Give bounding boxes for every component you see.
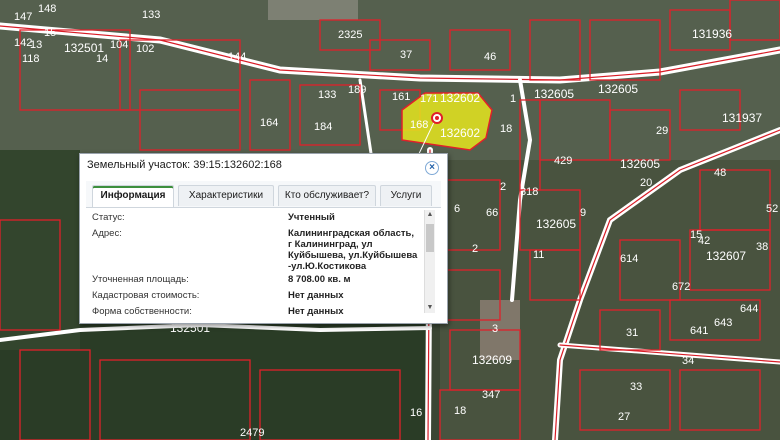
map-label: 14 — [96, 53, 108, 65]
map-label: 131937 — [722, 111, 762, 125]
map-label: 3 — [492, 323, 498, 335]
map-label: 132605 — [536, 217, 576, 231]
map-label: 132605 — [598, 82, 638, 96]
map-label: 2 — [500, 181, 506, 193]
tab-information[interactable]: Информация — [92, 185, 174, 207]
map-label: 31 — [626, 327, 638, 339]
map-label: 132602 — [440, 91, 480, 105]
info-value: 8 708.00 кв. м — [288, 274, 351, 285]
map-label: 118 — [22, 53, 40, 65]
map-label: 132607 — [706, 249, 746, 263]
info-value: Нет данных — [288, 290, 344, 301]
scroll-down-icon[interactable]: ▼ — [426, 304, 434, 312]
info-key: Статус: — [92, 212, 125, 223]
building-block-top — [268, 0, 358, 20]
map-label: 20 — [640, 177, 652, 189]
map-label: 66 — [486, 207, 498, 219]
close-icon[interactable]: × — [425, 161, 439, 175]
map-label: 2 — [472, 243, 478, 255]
map-label: 33 — [630, 381, 642, 393]
map-label: 13 — [30, 39, 42, 51]
popup-scrollbar[interactable]: ▲ ▼ — [424, 210, 435, 313]
map-label: 168 — [410, 119, 428, 131]
map-label: 132602 — [440, 126, 480, 140]
map-label: 318 — [520, 186, 538, 198]
map-label: 38 — [756, 241, 768, 253]
map-label: 16 — [410, 407, 422, 419]
map-label: 641 — [690, 325, 708, 337]
tab-services[interactable]: Услуги — [380, 185, 432, 206]
map-label: 429 — [554, 155, 572, 167]
info-key: Кадастровая стоимость: — [92, 290, 200, 301]
map-label: 42 — [698, 235, 710, 247]
popup-info-content: Статус: Учтенный Адрес: Калининградская … — [86, 208, 435, 316]
tab-who-serves[interactable]: Кто обслуживает? — [278, 185, 376, 206]
popup-title: Земельный участок: 39:15:132602:168 — [87, 159, 282, 171]
tab-characteristics[interactable]: Характеристики — [178, 185, 274, 206]
map-label: 102 — [136, 43, 154, 55]
map-label: 347 — [482, 389, 500, 401]
map-label: 2479 — [240, 427, 264, 439]
map-label: 132605 — [534, 87, 574, 101]
map-label: 34 — [682, 355, 694, 367]
map-label: 643 — [714, 317, 732, 329]
map-label: 6 — [454, 203, 460, 215]
map-label: 11 — [533, 249, 544, 261]
map-label: 133 — [142, 9, 160, 21]
map-label: 614 — [620, 253, 638, 265]
scroll-up-icon[interactable]: ▲ — [426, 211, 434, 219]
map-label: 18 — [500, 123, 512, 135]
info-key: Адрес: — [92, 228, 122, 239]
map-label: 104 — [110, 39, 128, 51]
info-value: Нет данных — [288, 306, 344, 316]
map-label: 148 — [38, 3, 56, 15]
map-label: 189 — [348, 84, 366, 96]
map-label: 48 — [714, 167, 726, 179]
map-label: 37 — [400, 49, 412, 61]
map-label: 672 — [672, 281, 690, 293]
map-label: 15 — [44, 27, 56, 39]
info-value: Учтенный — [288, 212, 335, 223]
map-label: 644 — [740, 303, 758, 315]
map-label: 161 — [392, 91, 410, 103]
map-label: 147 — [14, 11, 32, 23]
scroll-thumb[interactable] — [426, 224, 434, 252]
map-label: 132605 — [620, 157, 660, 171]
info-key: Уточненная площадь: — [92, 274, 189, 285]
map-label: 184 — [314, 121, 332, 133]
map-label: 29 — [656, 125, 668, 137]
parcel-info-popup: Земельный участок: 39:15:132602:168 × Ин… — [79, 153, 448, 324]
map-label: 131936 — [692, 27, 732, 41]
map-label: 164 — [260, 117, 278, 129]
map-label: 1 — [510, 93, 516, 105]
map-label: 9 — [580, 207, 586, 219]
map-label: 144 — [228, 51, 246, 63]
map-label: 132609 — [472, 353, 512, 367]
map-label: 27 — [618, 411, 630, 423]
map-label: 2325 — [338, 29, 362, 41]
info-key: Форма собственности: — [92, 306, 192, 316]
popup-tab-bar: Информация Характеристики Кто обслуживае… — [86, 181, 441, 208]
selected-parcel-marker-dot — [435, 116, 439, 120]
forest-area-west — [0, 150, 80, 350]
map-label: 171 — [420, 93, 438, 105]
map-label: 18 — [454, 405, 466, 417]
info-value: Калининградская область, г Калининград, … — [288, 228, 418, 272]
map-label: 52 — [766, 203, 778, 215]
map-label: 133 — [318, 89, 336, 101]
map-label: 46 — [484, 51, 496, 63]
